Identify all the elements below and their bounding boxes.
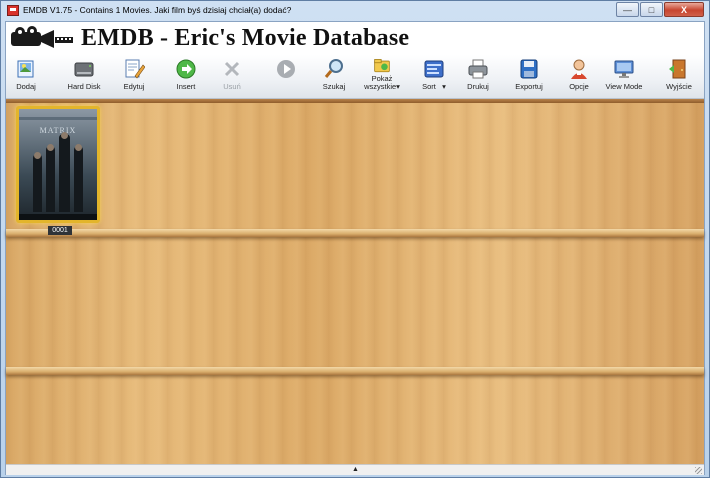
sort-label: Sort ▾ <box>422 82 446 91</box>
exportuj-label: Exportuj <box>515 82 543 91</box>
client-area: EMDB - Eric's Movie Database Dodaj Hard … <box>5 21 705 475</box>
export-disk-icon <box>520 59 538 79</box>
show-all-folder-icon <box>374 59 390 73</box>
application-window: EMDB V1.75 - Contains 1 Movies. Jaki fil… <box>0 0 710 478</box>
wszystkie-label: wszystkie▾ <box>364 82 400 91</box>
app-banner-title: EMDB - Eric's Movie Database <box>81 25 410 51</box>
add-picture-icon <box>17 60 34 78</box>
close-button[interactable]: X <box>664 2 704 17</box>
minimize-button[interactable]: — <box>616 2 639 17</box>
window-title: EMDB V1.75 - Contains 1 Movies. Jaki fil… <box>23 5 292 15</box>
sort-icon <box>424 60 444 78</box>
movie-number: 0001 <box>48 226 72 235</box>
usun-label: Usuń <box>223 82 241 91</box>
hard-disk-icon <box>74 62 94 77</box>
cover-figure-head <box>61 132 68 139</box>
opcje-button[interactable]: Opcje <box>564 55 594 98</box>
cover-figure-head <box>47 144 54 151</box>
drukuj-button[interactable]: Drukuj <box>462 55 494 98</box>
maximize-button[interactable]: □ <box>640 2 663 17</box>
printer-icon <box>468 59 488 79</box>
dodaj-label: Dodaj <box>16 82 36 91</box>
monitor-icon <box>614 60 634 78</box>
banner: EMDB - Eric's Movie Database <box>6 22 704 55</box>
insert-label: Insert <box>176 82 196 91</box>
movie-cover[interactable]: MATRIX <box>16 106 100 223</box>
options-user-icon <box>571 59 587 79</box>
shelf-ledge-1 <box>6 229 704 237</box>
cover-figure <box>33 154 42 212</box>
wyjscie-label: Wyjście <box>666 82 692 91</box>
shelf-top-edge <box>6 99 704 103</box>
usun-button[interactable]: Usuń <box>218 55 246 98</box>
toolbar: Dodaj Hard Disk Edytuj Insert Usuń Szuka… <box>6 55 704 99</box>
insert-button[interactable]: Insert <box>170 55 202 98</box>
expand-arrow-icon[interactable]: ▲ <box>352 466 359 473</box>
view-mode-label: View Mode <box>605 82 643 91</box>
cover-figure-head <box>75 144 82 151</box>
status-bar: ▲ <box>6 464 704 475</box>
insert-green-arrow-icon <box>176 59 196 79</box>
cover-title: MATRIX <box>39 126 77 135</box>
app-icon[interactable] <box>7 5 19 16</box>
hard-disk-button[interactable]: Hard Disk <box>64 55 104 98</box>
exit-door-icon <box>669 59 686 79</box>
edit-icon <box>125 59 145 79</box>
caption-buttons: — □ X <box>615 2 704 17</box>
szukaj-label: Szukaj <box>322 82 346 91</box>
film-camera-logo-icon <box>11 26 73 48</box>
drukuj-label: Drukuj <box>467 82 489 91</box>
pokaz-wszystkie-button[interactable]: Pokaż wszystkie▾ <box>356 55 408 98</box>
edytuj-label: Edytuj <box>123 82 145 91</box>
cover-figure <box>74 146 83 212</box>
cover-footer-strip <box>19 214 97 220</box>
play-button[interactable] <box>272 55 300 98</box>
view-mode-button[interactable]: View Mode <box>604 55 644 98</box>
dropdown-arrow-icon: ▾ <box>396 82 400 91</box>
exportuj-button[interactable]: Exportuj <box>510 55 548 98</box>
shelf-ledge-2 <box>6 367 704 375</box>
cover-band <box>19 117 97 120</box>
dodaj-button[interactable]: Dodaj <box>12 55 40 98</box>
play-icon <box>277 60 295 78</box>
cover-figure <box>59 134 70 212</box>
cover-figure-head <box>34 152 41 159</box>
title-bar[interactable]: EMDB V1.75 - Contains 1 Movies. Jaki fil… <box>1 1 709 21</box>
sort-button[interactable]: Sort ▾ <box>414 55 454 98</box>
opcje-label: Opcje <box>569 82 589 91</box>
delete-icon <box>224 61 240 77</box>
sort-dropdown-arrow-icon: ▾ <box>442 82 446 91</box>
movie-shelf <box>6 99 704 464</box>
edytuj-button[interactable]: Edytuj <box>118 55 150 98</box>
szukaj-button[interactable]: Szukaj <box>318 55 350 98</box>
wyjscie-button[interactable]: Wyjście <box>662 55 696 98</box>
cover-figure <box>46 146 55 212</box>
search-icon <box>324 59 343 78</box>
hard-disk-label: Hard Disk <box>67 82 101 91</box>
resize-grip-icon[interactable] <box>695 467 702 474</box>
